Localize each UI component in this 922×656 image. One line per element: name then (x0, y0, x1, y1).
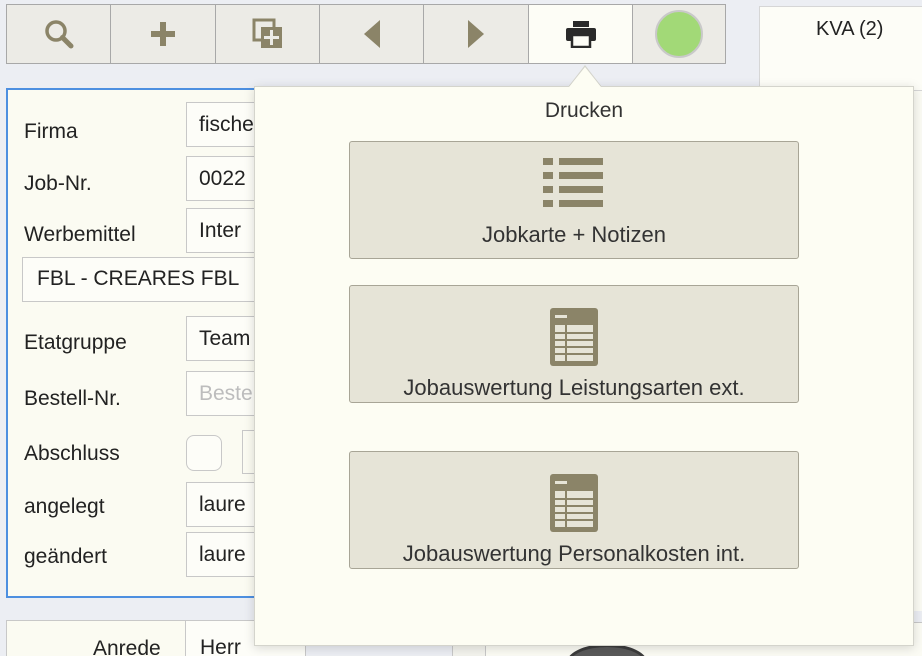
duplicate-icon (252, 18, 284, 50)
geaendert-label: geändert (24, 545, 107, 568)
add-button[interactable] (111, 5, 216, 63)
print-option-label: Jobkarte + Notizen (481, 222, 667, 247)
kva-panel: KVA (2) (759, 6, 922, 91)
abschluss-label: Abschluss (24, 442, 120, 465)
arrow-left-icon (362, 19, 382, 49)
bestellnr-label: Bestell-Nr. (24, 387, 121, 410)
search-button[interactable] (7, 5, 111, 63)
spreadsheet-icon (350, 474, 798, 532)
spreadsheet-icon (350, 308, 798, 366)
jobnr-label: Job-Nr. (24, 172, 92, 195)
abschluss-checkbox[interactable] (186, 435, 222, 471)
search-icon (43, 18, 75, 50)
popover-title: Drucken (544, 99, 624, 122)
kva-tab-label[interactable]: KVA (2) (816, 18, 883, 41)
list-icon (350, 156, 798, 210)
firma-label: Firma (24, 120, 78, 143)
print-option-label: Jobauswertung Personalkosten int. (402, 541, 746, 566)
angelegt-label: angelegt (24, 495, 105, 518)
print-icon (565, 20, 597, 48)
popover-arrow-fill (569, 67, 601, 87)
duplicate-button[interactable] (216, 5, 320, 63)
toolbar (6, 4, 726, 64)
status-button[interactable] (633, 5, 725, 63)
werbemittel-label: Werbemittel (24, 223, 136, 246)
print-personalkosten-button[interactable]: Jobauswertung Personalkosten int. (349, 451, 799, 569)
print-button[interactable] (529, 5, 633, 63)
print-jobkarte-button[interactable]: Jobkarte + Notizen (349, 141, 799, 259)
status-indicator (655, 10, 703, 58)
print-option-label: Jobauswertung Leistungsarten ext. (403, 375, 745, 400)
previous-button[interactable] (320, 5, 424, 63)
plus-icon (150, 21, 176, 47)
next-button[interactable] (424, 5, 529, 63)
etatgruppe-label: Etatgruppe (24, 331, 127, 354)
print-leistungsarten-button[interactable]: Jobauswertung Leistungsarten ext. (349, 285, 799, 403)
print-popover: Drucken Jobkarte + Notizen Jobauswertung… (254, 86, 914, 646)
arrow-right-icon (466, 19, 486, 49)
anrede-label: Anrede (93, 637, 161, 656)
